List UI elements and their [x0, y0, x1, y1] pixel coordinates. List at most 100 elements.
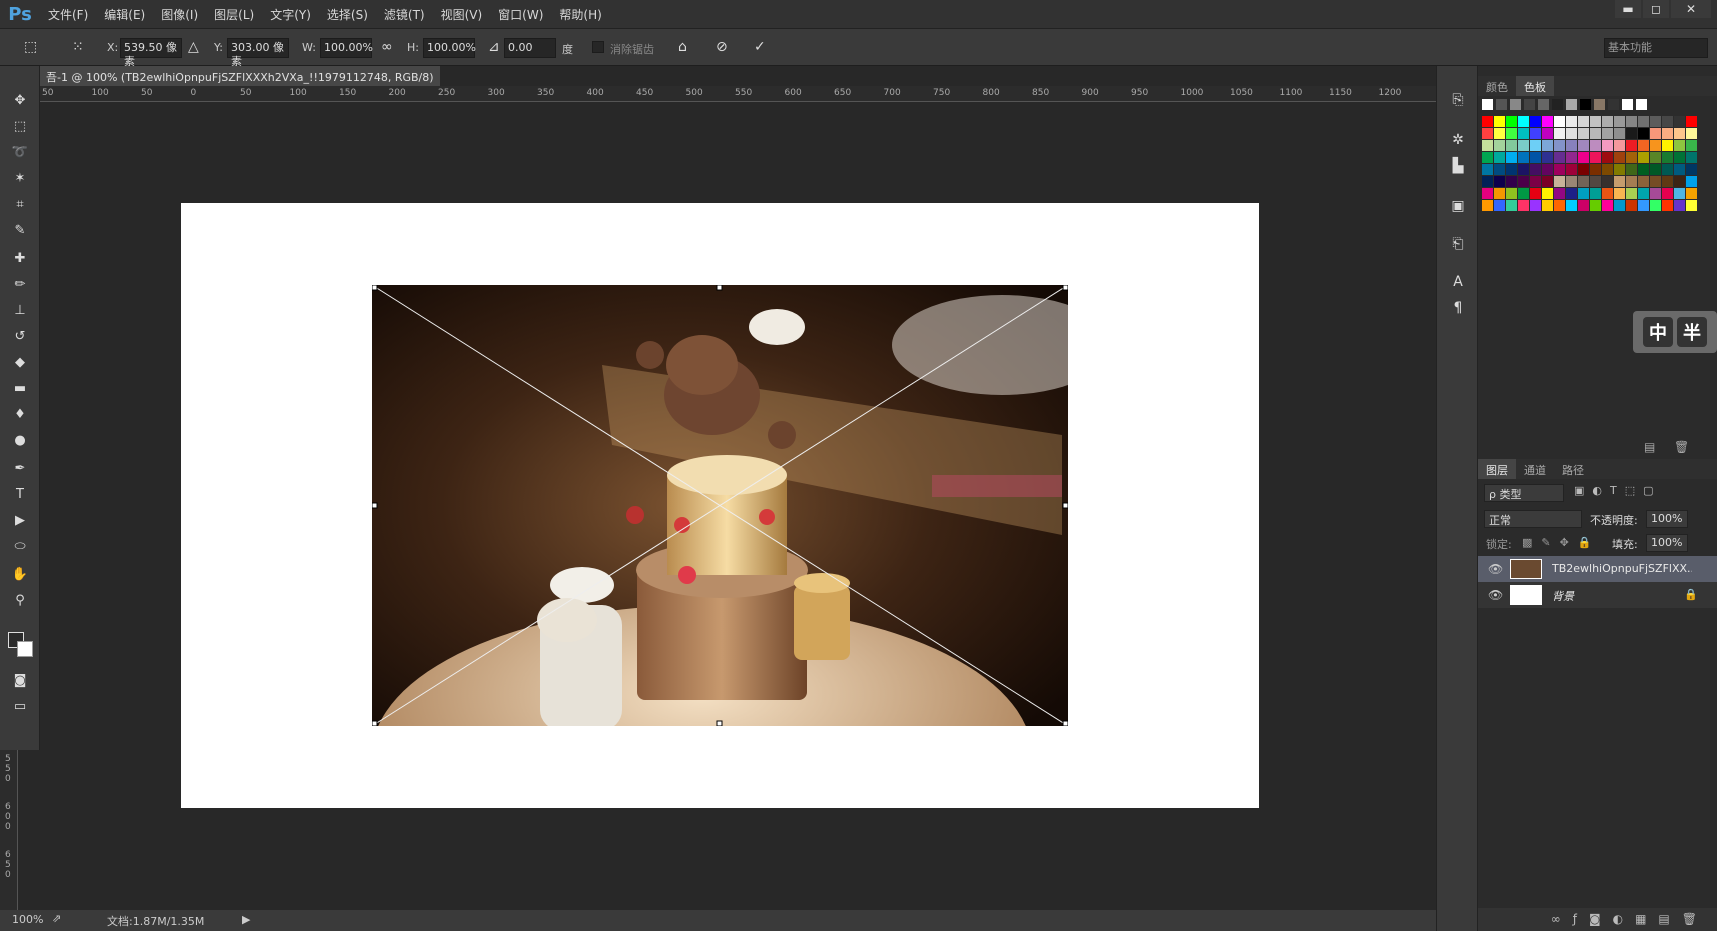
- brush-tool-icon[interactable]: ✏: [10, 274, 30, 294]
- blend-mode-select[interactable]: 正常: [1484, 510, 1582, 528]
- swatch[interactable]: [1482, 164, 1493, 175]
- swatch[interactable]: [1662, 200, 1673, 211]
- opacity-input[interactable]: 100%: [1646, 510, 1688, 528]
- swatch[interactable]: [1590, 188, 1601, 199]
- swatch[interactable]: [1554, 164, 1565, 175]
- menu-view[interactable]: 视图(V): [433, 0, 491, 28]
- swatch[interactable]: [1506, 128, 1517, 139]
- swatch[interactable]: [1494, 188, 1505, 199]
- path-select-icon[interactable]: ▶: [10, 510, 30, 530]
- pen-tool-icon[interactable]: ✒: [10, 458, 30, 478]
- swatch[interactable]: [1614, 140, 1625, 151]
- swatch[interactable]: [1662, 152, 1673, 163]
- lasso-tool-icon[interactable]: ➰: [10, 142, 30, 162]
- swatch[interactable]: [1602, 188, 1613, 199]
- visibility-eye-icon[interactable]: 👁: [1488, 588, 1503, 602]
- menu-type[interactable]: 文字(Y): [262, 0, 319, 28]
- swatch[interactable]: [1590, 140, 1601, 151]
- swatch[interactable]: [1506, 188, 1517, 199]
- swatch[interactable]: [1578, 176, 1589, 187]
- swatch[interactable]: [1554, 152, 1565, 163]
- swatch[interactable]: [1638, 140, 1649, 151]
- ime-toolbar[interactable]: 中 半: [1633, 311, 1717, 353]
- swatch[interactable]: [1518, 200, 1529, 211]
- swatch[interactable]: [1614, 176, 1625, 187]
- angle-input[interactable]: 0.00: [504, 38, 556, 58]
- swatch[interactable]: [1482, 176, 1493, 187]
- swatch[interactable]: [1518, 164, 1529, 175]
- swatch[interactable]: [1614, 188, 1625, 199]
- zoom-tool-icon[interactable]: ⚲: [10, 590, 30, 610]
- swatch[interactable]: [1518, 152, 1529, 163]
- move-transform-icon[interactable]: ⬚: [24, 39, 37, 55]
- swatch[interactable]: [1482, 152, 1493, 163]
- swatch[interactable]: [1518, 116, 1529, 127]
- swatch[interactable]: [1626, 164, 1637, 175]
- swatch[interactable]: [1686, 152, 1697, 163]
- swatch[interactable]: [1590, 176, 1601, 187]
- swatch[interactable]: [1662, 176, 1673, 187]
- swatch[interactable]: [1626, 152, 1637, 163]
- swatch[interactable]: [1518, 188, 1529, 199]
- swatch[interactable]: [1674, 200, 1685, 211]
- menu-image[interactable]: 图像(I): [153, 0, 206, 28]
- menu-help[interactable]: 帮助(H): [551, 0, 609, 28]
- swatch[interactable]: [1566, 116, 1577, 127]
- swatch[interactable]: [1506, 140, 1517, 151]
- gradient-icon[interactable]: ▬: [10, 378, 30, 398]
- swatch[interactable]: [1686, 176, 1697, 187]
- swatch[interactable]: [1518, 140, 1529, 151]
- swatch[interactable]: [1650, 116, 1661, 127]
- swatch[interactable]: [1590, 152, 1601, 163]
- swatch[interactable]: [1518, 176, 1529, 187]
- swatch[interactable]: [1662, 164, 1673, 175]
- swatch[interactable]: [1602, 176, 1613, 187]
- swatch[interactable]: [1530, 200, 1541, 211]
- swatch[interactable]: [1578, 128, 1589, 139]
- swatch[interactable]: [1650, 200, 1661, 211]
- new-swatch-icon[interactable]: ▤: [1644, 440, 1655, 454]
- swatch[interactable]: [1686, 116, 1697, 127]
- layer-row-photo[interactable]: 👁 TB2ewlhiOpnpuFjSZFlXX...: [1478, 556, 1717, 582]
- layer-row-background[interactable]: 👁 背景 🔒: [1478, 582, 1717, 608]
- swatch[interactable]: [1650, 140, 1661, 151]
- commit-transform-icon[interactable]: ✓: [754, 39, 766, 55]
- swatch[interactable]: [1614, 128, 1625, 139]
- swatch[interactable]: [1626, 128, 1637, 139]
- marquee-tool-icon[interactable]: ⬚: [10, 116, 30, 136]
- zoom-level[interactable]: 100%: [12, 913, 43, 926]
- layer-actions-bar[interactable]: ∞ƒ◙◐▦▤🗑: [1478, 908, 1717, 931]
- swatch[interactable]: [1638, 176, 1649, 187]
- swatch[interactable]: [1542, 164, 1553, 175]
- layer-filter-icons[interactable]: ▣◐T⬚▢: [1574, 484, 1662, 497]
- swatch[interactable]: [1494, 164, 1505, 175]
- swatch[interactable]: [1674, 116, 1685, 127]
- swatch[interactable]: [1554, 200, 1565, 211]
- swatch[interactable]: [1566, 164, 1577, 175]
- swatch[interactable]: [1686, 140, 1697, 151]
- swatch[interactable]: [1674, 152, 1685, 163]
- properties-panel-icon[interactable]: ▣: [1448, 196, 1468, 216]
- paragraph-panel-icon[interactable]: ¶: [1448, 298, 1468, 318]
- swatch[interactable]: [1530, 116, 1541, 127]
- background-color[interactable]: [17, 641, 33, 657]
- swatch[interactable]: [1686, 128, 1697, 139]
- warp-icon[interactable]: ⌂: [678, 39, 687, 55]
- swatch[interactable]: [1554, 140, 1565, 151]
- swatch[interactable]: [1494, 140, 1505, 151]
- reference-point-icon[interactable]: ⁙: [72, 39, 84, 55]
- swatch[interactable]: [1554, 128, 1565, 139]
- move-tool-icon[interactable]: ✥: [10, 90, 30, 110]
- swatch[interactable]: [1566, 128, 1577, 139]
- swatch[interactable]: [1482, 140, 1493, 151]
- clone-source-icon[interactable]: ⎗: [1448, 234, 1468, 254]
- swatch[interactable]: [1638, 128, 1649, 139]
- swatch[interactable]: [1602, 152, 1613, 163]
- share-icon[interactable]: ⇗: [52, 912, 61, 925]
- swatch[interactable]: [1506, 176, 1517, 187]
- swatch[interactable]: [1590, 200, 1601, 211]
- relative-position-icon[interactable]: △: [188, 39, 199, 55]
- swatch[interactable]: [1590, 164, 1601, 175]
- swatch[interactable]: [1662, 140, 1673, 151]
- swatch[interactable]: [1602, 200, 1613, 211]
